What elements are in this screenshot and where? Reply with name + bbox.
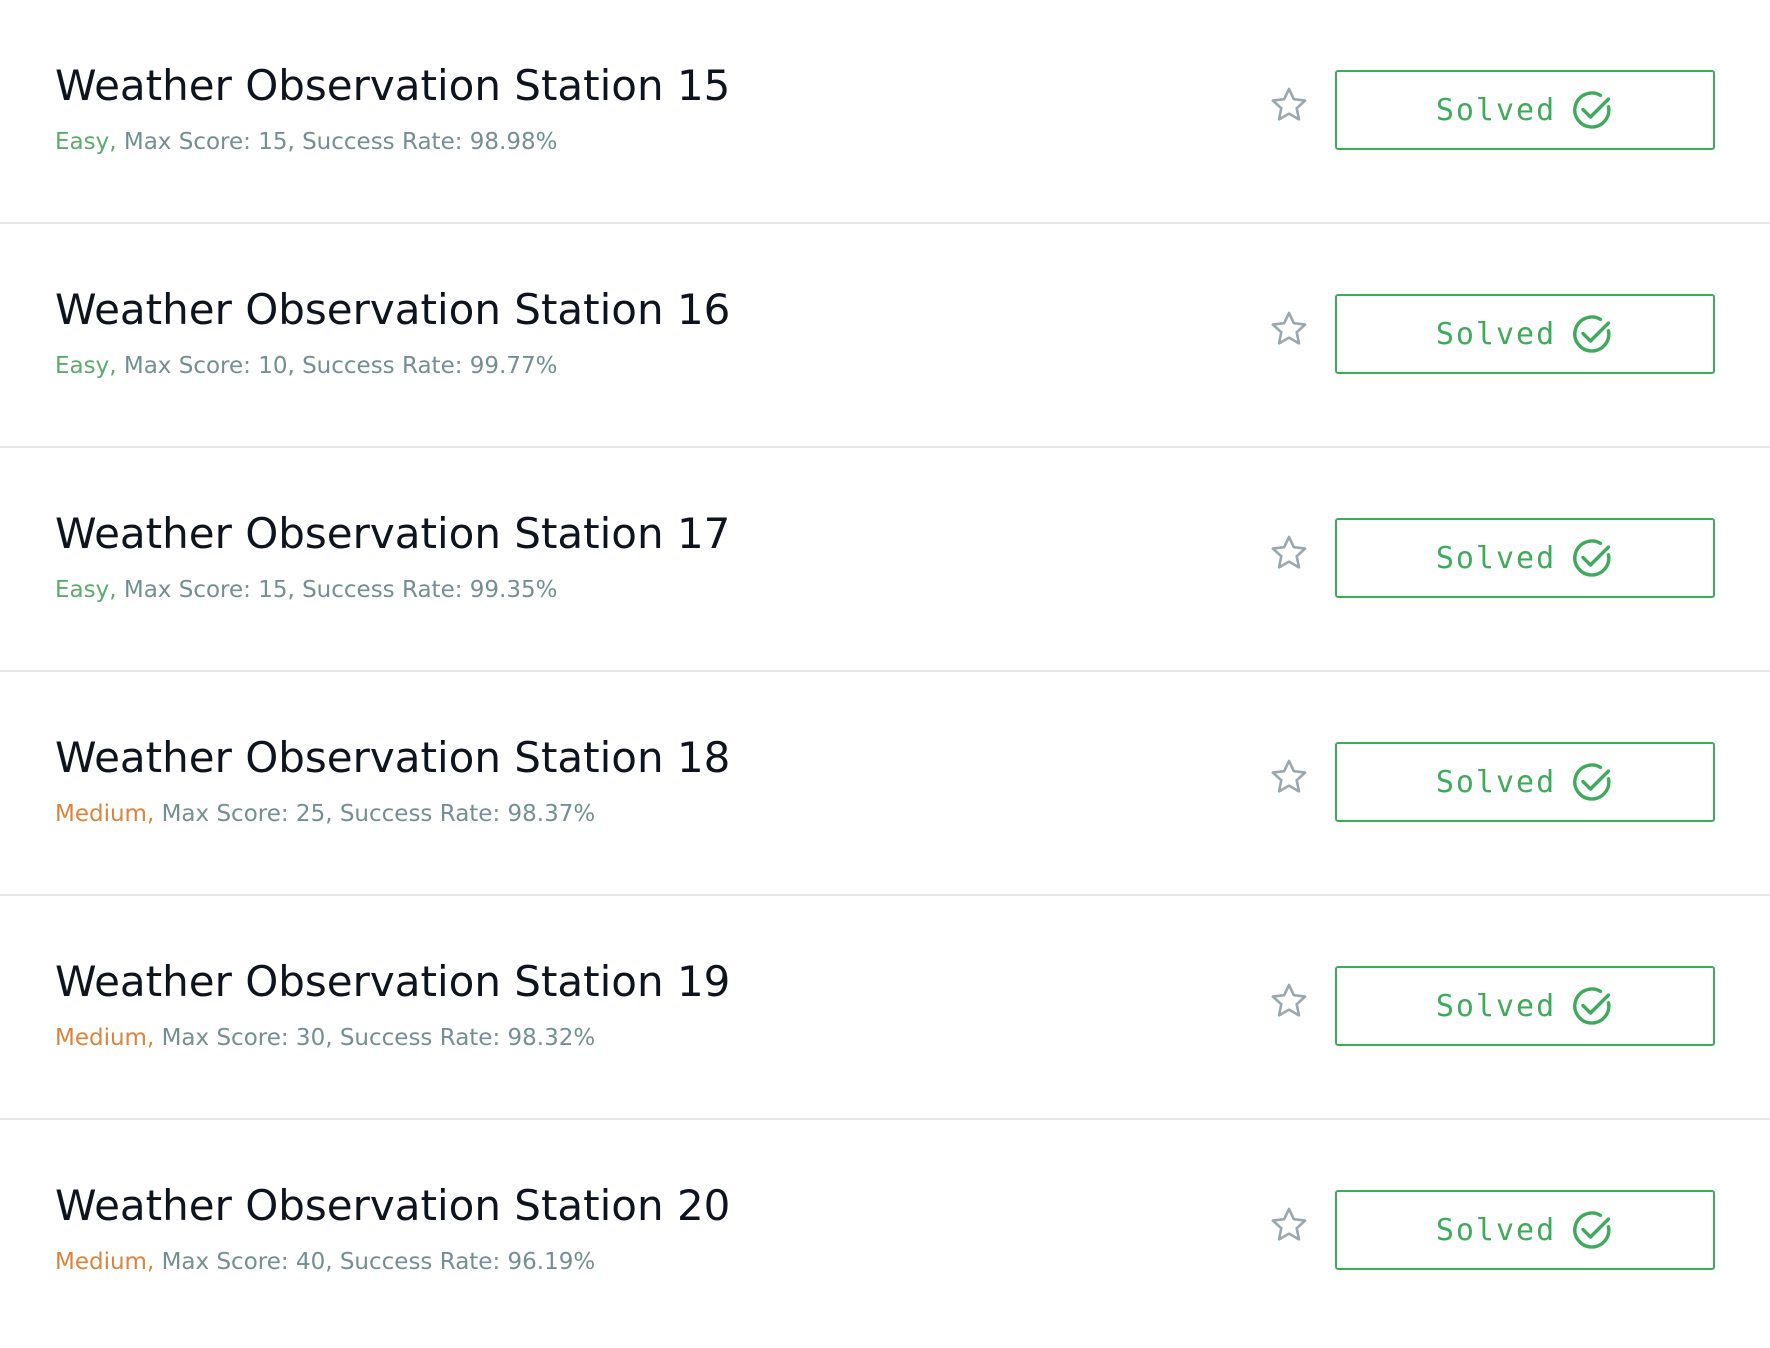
check-circle-icon — [1570, 312, 1614, 356]
difficulty-label: Easy — [55, 129, 110, 155]
score-and-rate: Max Score: 40, Success Rate: 96.19% — [154, 1249, 596, 1275]
solved-button[interactable]: Solved — [1335, 518, 1715, 598]
score-and-rate: Max Score: 15, Success Rate: 98.98% — [116, 129, 558, 155]
check-circle-icon — [1570, 984, 1614, 1028]
difficulty-label: Medium — [55, 801, 147, 827]
solved-label: Solved — [1435, 764, 1557, 800]
solved-button[interactable]: Solved — [1335, 1190, 1715, 1270]
difficulty-label: Easy — [55, 353, 110, 379]
challenge-row: Weather Observation Station 15 Easy, Max… — [0, 0, 1770, 224]
solved-button[interactable]: Solved — [1335, 294, 1715, 374]
challenge-meta: Medium, Max Score: 40, Success Rate: 96.… — [55, 1249, 596, 1275]
challenge-title[interactable]: Weather Observation Station 18 — [55, 730, 730, 786]
challenge-meta: Medium, Max Score: 25, Success Rate: 98.… — [55, 801, 596, 827]
challenge-row: Weather Observation Station 18 Medium, M… — [0, 672, 1770, 896]
challenge-meta: Easy, Max Score: 10, Success Rate: 99.77… — [55, 353, 558, 379]
solved-label: Solved — [1435, 316, 1557, 352]
score-and-rate: Max Score: 15, Success Rate: 99.35% — [116, 577, 558, 603]
bookmark-star-icon[interactable] — [1268, 980, 1310, 1022]
challenge-meta: Medium, Max Score: 30, Success Rate: 98.… — [55, 1025, 596, 1051]
bookmark-star-icon[interactable] — [1268, 532, 1310, 574]
score-and-rate: Max Score: 25, Success Rate: 98.37% — [154, 801, 596, 827]
check-circle-icon — [1570, 760, 1614, 804]
solved-label: Solved — [1435, 540, 1557, 576]
score-and-rate: Max Score: 30, Success Rate: 98.32% — [154, 1025, 596, 1051]
challenge-list: Weather Observation Station 15 Easy, Max… — [0, 0, 1770, 1348]
check-circle-icon — [1570, 1208, 1614, 1252]
challenge-row: Weather Observation Station 16 Easy, Max… — [0, 224, 1770, 448]
solved-label: Solved — [1435, 988, 1557, 1024]
challenge-title[interactable]: Weather Observation Station 20 — [55, 1178, 730, 1234]
challenge-meta: Easy, Max Score: 15, Success Rate: 99.35… — [55, 577, 558, 603]
solved-button[interactable]: Solved — [1335, 70, 1715, 150]
check-circle-icon — [1570, 88, 1614, 132]
challenge-row: Weather Observation Station 19 Medium, M… — [0, 896, 1770, 1120]
bookmark-star-icon[interactable] — [1268, 308, 1310, 350]
solved-label: Solved — [1435, 92, 1557, 128]
score-and-rate: Max Score: 10, Success Rate: 99.77% — [116, 353, 558, 379]
difficulty-label: Easy — [55, 577, 110, 603]
challenge-title[interactable]: Weather Observation Station 19 — [55, 954, 730, 1010]
bookmark-star-icon[interactable] — [1268, 84, 1310, 126]
challenge-title[interactable]: Weather Observation Station 16 — [55, 282, 730, 338]
challenge-row: Weather Observation Station 20 Medium, M… — [0, 1120, 1770, 1344]
difficulty-label: Medium — [55, 1025, 147, 1051]
check-circle-icon — [1570, 536, 1614, 580]
challenge-row: Weather Observation Station 17 Easy, Max… — [0, 448, 1770, 672]
bookmark-star-icon[interactable] — [1268, 756, 1310, 798]
challenge-title[interactable]: Weather Observation Station 15 — [55, 58, 730, 114]
bookmark-star-icon[interactable] — [1268, 1204, 1310, 1246]
difficulty-label: Medium — [55, 1249, 147, 1275]
challenge-title[interactable]: Weather Observation Station 17 — [55, 506, 730, 562]
solved-label: Solved — [1435, 1212, 1557, 1248]
solved-button[interactable]: Solved — [1335, 742, 1715, 822]
solved-button[interactable]: Solved — [1335, 966, 1715, 1046]
challenge-meta: Easy, Max Score: 15, Success Rate: 98.98… — [55, 129, 558, 155]
